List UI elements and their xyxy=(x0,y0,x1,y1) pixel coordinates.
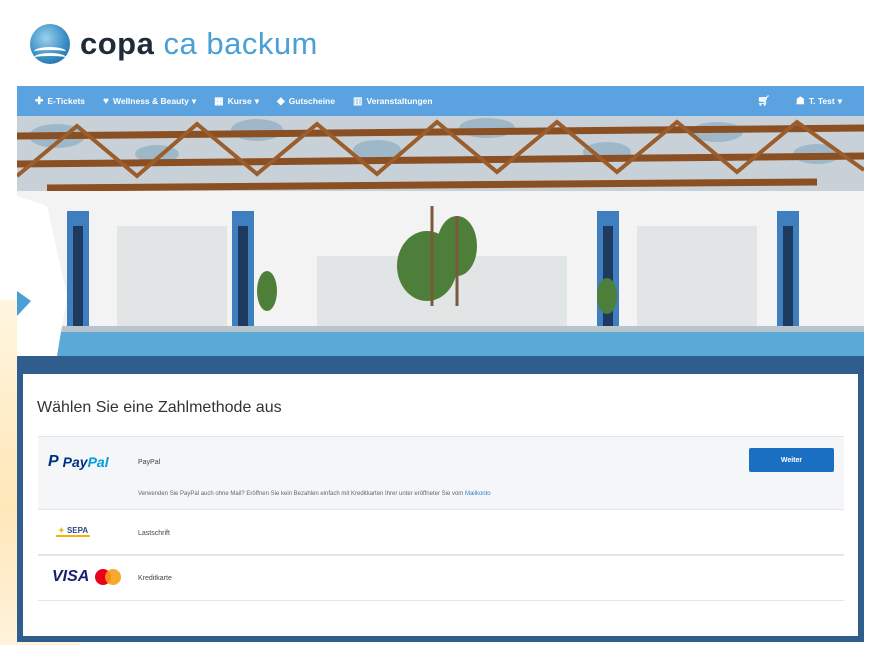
cart-icon: 🛒︎ xyxy=(757,95,770,107)
payment-panel: Wählen Sie eine Zahlmethode aus P PayPal… xyxy=(23,374,858,636)
hero-image xyxy=(17,116,864,356)
ticket-icon: ✚ xyxy=(35,95,44,107)
payment-method-creditcard[interactable]: VISA Kreditkarte xyxy=(38,554,844,601)
site-logo[interactable]: copa ca backum xyxy=(30,22,318,66)
logo-text-primary: copa xyxy=(80,26,155,61)
user-menu-label: T. Test xyxy=(808,96,835,106)
visa-logo: VISA xyxy=(52,568,90,585)
user-menu[interactable]: ☗ T. Test ▾ xyxy=(796,96,842,107)
calendar-icon: ▦ xyxy=(214,95,224,107)
mastercard-icon xyxy=(95,569,122,585)
paypal-logo-text-1: Pay xyxy=(62,454,88,470)
nav-item-etickets[interactable]: ✚ E-Tickets xyxy=(35,96,85,107)
paypal-method-name: PayPal xyxy=(138,459,161,466)
logo-badge-icon xyxy=(30,24,70,64)
card-logos: VISA xyxy=(52,568,132,586)
creditcard-method-name: Kreditkarte xyxy=(138,575,172,582)
chevron-down-icon: ▾ xyxy=(837,95,842,106)
page-title: Wählen Sie eine Zahlmethode aus xyxy=(37,399,282,416)
paypal-description-text: Verwenden Sie PayPal auch ohne Mail? Erö… xyxy=(138,491,465,497)
sepa-star-icon: ✦ xyxy=(58,526,67,535)
heart-icon: ♥ xyxy=(103,95,109,107)
nav-item-gutscheine[interactable]: ◆ Gutscheine xyxy=(277,96,335,107)
sepa-method-name: Lastschrift xyxy=(138,530,170,537)
user-icon: ☗ xyxy=(795,95,805,107)
nav-item-veranstaltungen[interactable]: ▥ Veranstaltungen xyxy=(353,96,433,107)
main-navbar: ✚ E-Tickets ♥ Wellness & Beauty ▾ ▦ Kurs… xyxy=(17,86,864,116)
chevron-down-icon: ▾ xyxy=(191,95,197,106)
nav-item-label: Wellness & Beauty xyxy=(112,96,189,106)
paypal-description-link[interactable]: Mailkonto xyxy=(465,491,491,497)
cart-button[interactable]: 🛒︎ xyxy=(757,96,774,107)
nav-item-kurse[interactable]: ▦ Kurse ▾ xyxy=(214,96,259,107)
nav-item-label: Veranstaltungen xyxy=(366,96,433,106)
nav-item-label: E-Tickets xyxy=(47,96,86,106)
gift-icon: ◆ xyxy=(276,95,285,107)
nav-item-wellness[interactable]: ♥ Wellness & Beauty ▾ xyxy=(103,96,196,107)
payment-method-paypal[interactable]: P PayPal PayPal Weiter Verwenden Sie Pay… xyxy=(38,436,844,510)
paypal-logo-text-2: Pal xyxy=(87,454,109,470)
paypal-mark-icon: P xyxy=(48,453,59,470)
nav-item-label: Kurse xyxy=(227,96,252,106)
logo-text: copa ca backum xyxy=(80,26,318,62)
sepa-logo: ✦ SEPA xyxy=(56,526,136,537)
payment-method-sepa[interactable]: ✦ SEPA Lastschrift xyxy=(38,509,844,556)
nav-right-group: 🛒︎ ☗ T. Test ▾ xyxy=(757,96,864,107)
logo-text-secondary: ca backum xyxy=(163,26,318,61)
payment-card: Wählen Sie eine Zahlmethode aus P PayPal… xyxy=(17,356,864,642)
continue-button[interactable]: Weiter xyxy=(749,448,834,472)
chevron-down-icon: ▾ xyxy=(254,95,259,106)
event-icon: ▥ xyxy=(352,95,363,107)
nav-item-label: Gutscheine xyxy=(288,96,335,106)
sepa-logo-text: SEPA xyxy=(66,526,89,535)
paypal-description: Verwenden Sie PayPal auch ohne Mail? Erö… xyxy=(138,491,491,497)
paypal-logo: P PayPal xyxy=(48,453,128,471)
